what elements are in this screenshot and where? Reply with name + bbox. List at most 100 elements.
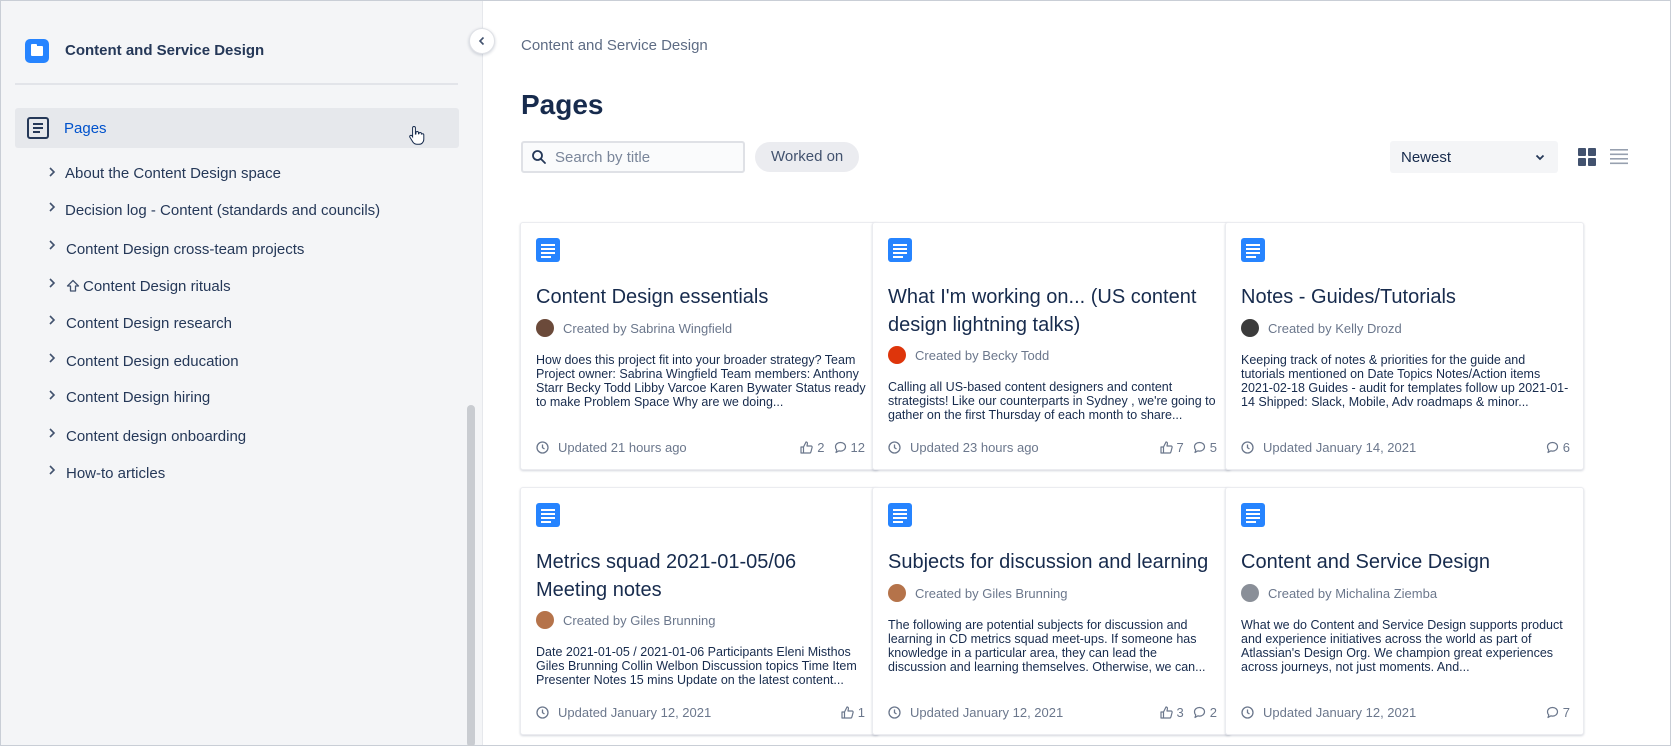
likes-stat[interactable]: 7 — [1159, 439, 1184, 455]
page-card[interactable]: Notes - Guides/Tutorials Created by Kell… — [1225, 222, 1584, 470]
clock-icon — [1241, 440, 1254, 454]
card-excerpt: Date 2021-01-05 / 2021-01-06 Participant… — [536, 645, 857, 687]
chevron-right-icon[interactable] — [45, 165, 59, 179]
document-icon — [536, 238, 560, 262]
chevron-right-icon[interactable] — [45, 426, 59, 440]
author-label: Created by Kelly Drozd — [1268, 320, 1402, 336]
tree-item[interactable]: Decision log - Content (standards and co… — [15, 190, 459, 228]
card-excerpt: Keeping track of notes & priorities for … — [1241, 353, 1569, 409]
updated-label: Updated January 12, 2021 — [910, 704, 1064, 720]
likes-count: 3 — [1176, 704, 1184, 720]
page-card[interactable]: Subjects for discussion and learning Cre… — [872, 487, 1231, 735]
card-title[interactable]: Metrics squad 2021-01-05/06 Meeting note… — [536, 548, 866, 604]
tree-item[interactable]: Content Design education — [15, 341, 459, 378]
updated-label: Updated 21 hours ago — [558, 439, 687, 455]
document-icon — [888, 503, 912, 527]
tree-item-label: Decision log - Content (standards and co… — [65, 202, 381, 219]
tree-item[interactable]: Content Design hiring — [15, 378, 459, 416]
tree-item-label: Content Design education — [66, 353, 239, 370]
tree-item[interactable]: Content Design rituals — [15, 266, 459, 303]
hand-cursor-icon — [409, 125, 425, 145]
tree-item-title: Content Design rituals — [66, 278, 231, 295]
page-card[interactable]: Content and Service Design Created by Mi… — [1225, 487, 1584, 735]
comment-icon — [1546, 441, 1558, 453]
comments-count: 5 — [1209, 439, 1217, 455]
chevron-down-icon — [1535, 154, 1545, 161]
comments-stat[interactable]: 6 — [1546, 440, 1570, 455]
updated-label: Updated January 12, 2021 — [1263, 704, 1417, 720]
search-icon — [532, 150, 546, 164]
page-title: Pages — [521, 89, 604, 120]
avatar — [1241, 584, 1259, 602]
tree-item[interactable]: Content Design research — [15, 303, 459, 341]
tree-item-label: Content Design research — [66, 315, 232, 332]
comments-stat[interactable]: 12 — [834, 440, 865, 455]
list-view-icon[interactable] — [1610, 148, 1628, 166]
document-icon — [1241, 503, 1265, 527]
space-header[interactable]: Content and Service Design — [15, 31, 458, 85]
likes-stat[interactable]: 1 — [841, 705, 865, 720]
card-title[interactable]: What I'm working on... (US content desig… — [888, 283, 1218, 339]
chevron-right-icon[interactable] — [45, 276, 59, 290]
avatar — [536, 611, 554, 629]
comments-count: 2 — [1209, 704, 1217, 720]
comments-stat[interactable]: 7 — [1546, 705, 1570, 720]
tree-item[interactable]: How-to articles — [15, 453, 459, 491]
search-box[interactable] — [521, 141, 745, 173]
document-icon — [536, 503, 560, 527]
page-card[interactable]: What I'm working on... (US content desig… — [872, 222, 1231, 470]
likes-count: 1 — [857, 704, 865, 720]
author-label: Created by Giles Brunning — [563, 612, 716, 628]
comments-count: 7 — [1562, 704, 1570, 720]
breadcrumb[interactable]: Content and Service Design — [521, 37, 708, 54]
tree-item[interactable]: Content Design cross-team projects — [15, 228, 459, 266]
tree-item[interactable]: About the Content Design space — [15, 153, 459, 190]
clock-icon — [888, 440, 901, 454]
search-input[interactable] — [555, 148, 735, 166]
likes-stat[interactable]: 3 — [1159, 704, 1184, 720]
card-author: Created by Sabrina Wingfield — [536, 319, 732, 337]
comments-stat[interactable]: 5 — [1193, 440, 1217, 455]
page-card[interactable]: Content Design essentials Created by Sab… — [520, 222, 879, 470]
likes-count: 7 — [1176, 439, 1184, 455]
likes-stat[interactable]: 2 — [800, 440, 825, 455]
chevron-right-icon[interactable] — [45, 238, 59, 252]
page-card[interactable]: Metrics squad 2021-01-05/06 Meeting note… — [520, 487, 879, 735]
card-author: Created by Becky Todd — [888, 346, 1049, 364]
worked-on-filter[interactable]: Worked on — [755, 142, 860, 172]
card-title[interactable]: Content and Service Design — [1241, 548, 1571, 576]
space-title: Content and Service Design — [65, 42, 265, 59]
tree-item[interactable]: Content design onboarding — [15, 416, 459, 453]
card-excerpt: Calling all US-based content designers a… — [888, 380, 1216, 422]
sidebar-scrollbar[interactable] — [467, 405, 475, 746]
comments-stat[interactable]: 2 — [1193, 705, 1217, 720]
chevron-right-icon[interactable] — [45, 313, 59, 327]
sidebar-item-label: Pages — [64, 119, 107, 137]
card-excerpt: How does this project fit into your broa… — [536, 353, 866, 409]
sort-dropdown[interactable]: Newest — [1390, 141, 1558, 173]
card-footer: Updated January 12, 2021 7 — [1241, 703, 1570, 721]
chevron-right-icon[interactable] — [45, 388, 59, 402]
sidebar-item-pages[interactable]: Pages — [15, 108, 459, 148]
avatar — [888, 584, 906, 602]
comment-icon — [834, 441, 846, 453]
card-title[interactable]: Notes - Guides/Tutorials — [1241, 283, 1571, 311]
avatar — [536, 319, 554, 337]
chevron-right-icon[interactable] — [45, 463, 59, 477]
tree-item-label: Content Design rituals — [83, 278, 231, 295]
pages-icon — [27, 117, 49, 139]
card-author: Created by Kelly Drozd — [1241, 319, 1402, 337]
clock-icon — [888, 705, 901, 719]
grid-view-icon[interactable] — [1578, 148, 1596, 166]
card-title[interactable]: Content Design essentials — [536, 283, 866, 311]
space-logo-icon — [25, 39, 49, 63]
comments-count: 6 — [1562, 439, 1570, 455]
chevron-right-icon[interactable] — [45, 351, 59, 365]
card-footer: Updated January 14, 2021 6 — [1241, 438, 1570, 456]
chevron-right-icon[interactable] — [45, 200, 59, 214]
comments-count: 12 — [850, 439, 865, 455]
sort-label: Newest — [1401, 148, 1452, 166]
card-title[interactable]: Subjects for discussion and learning — [888, 548, 1218, 576]
page-tree: About the Content Design space Decision … — [15, 153, 459, 491]
sidebar: Content and Service Design Pages About t… — [1, 1, 483, 746]
